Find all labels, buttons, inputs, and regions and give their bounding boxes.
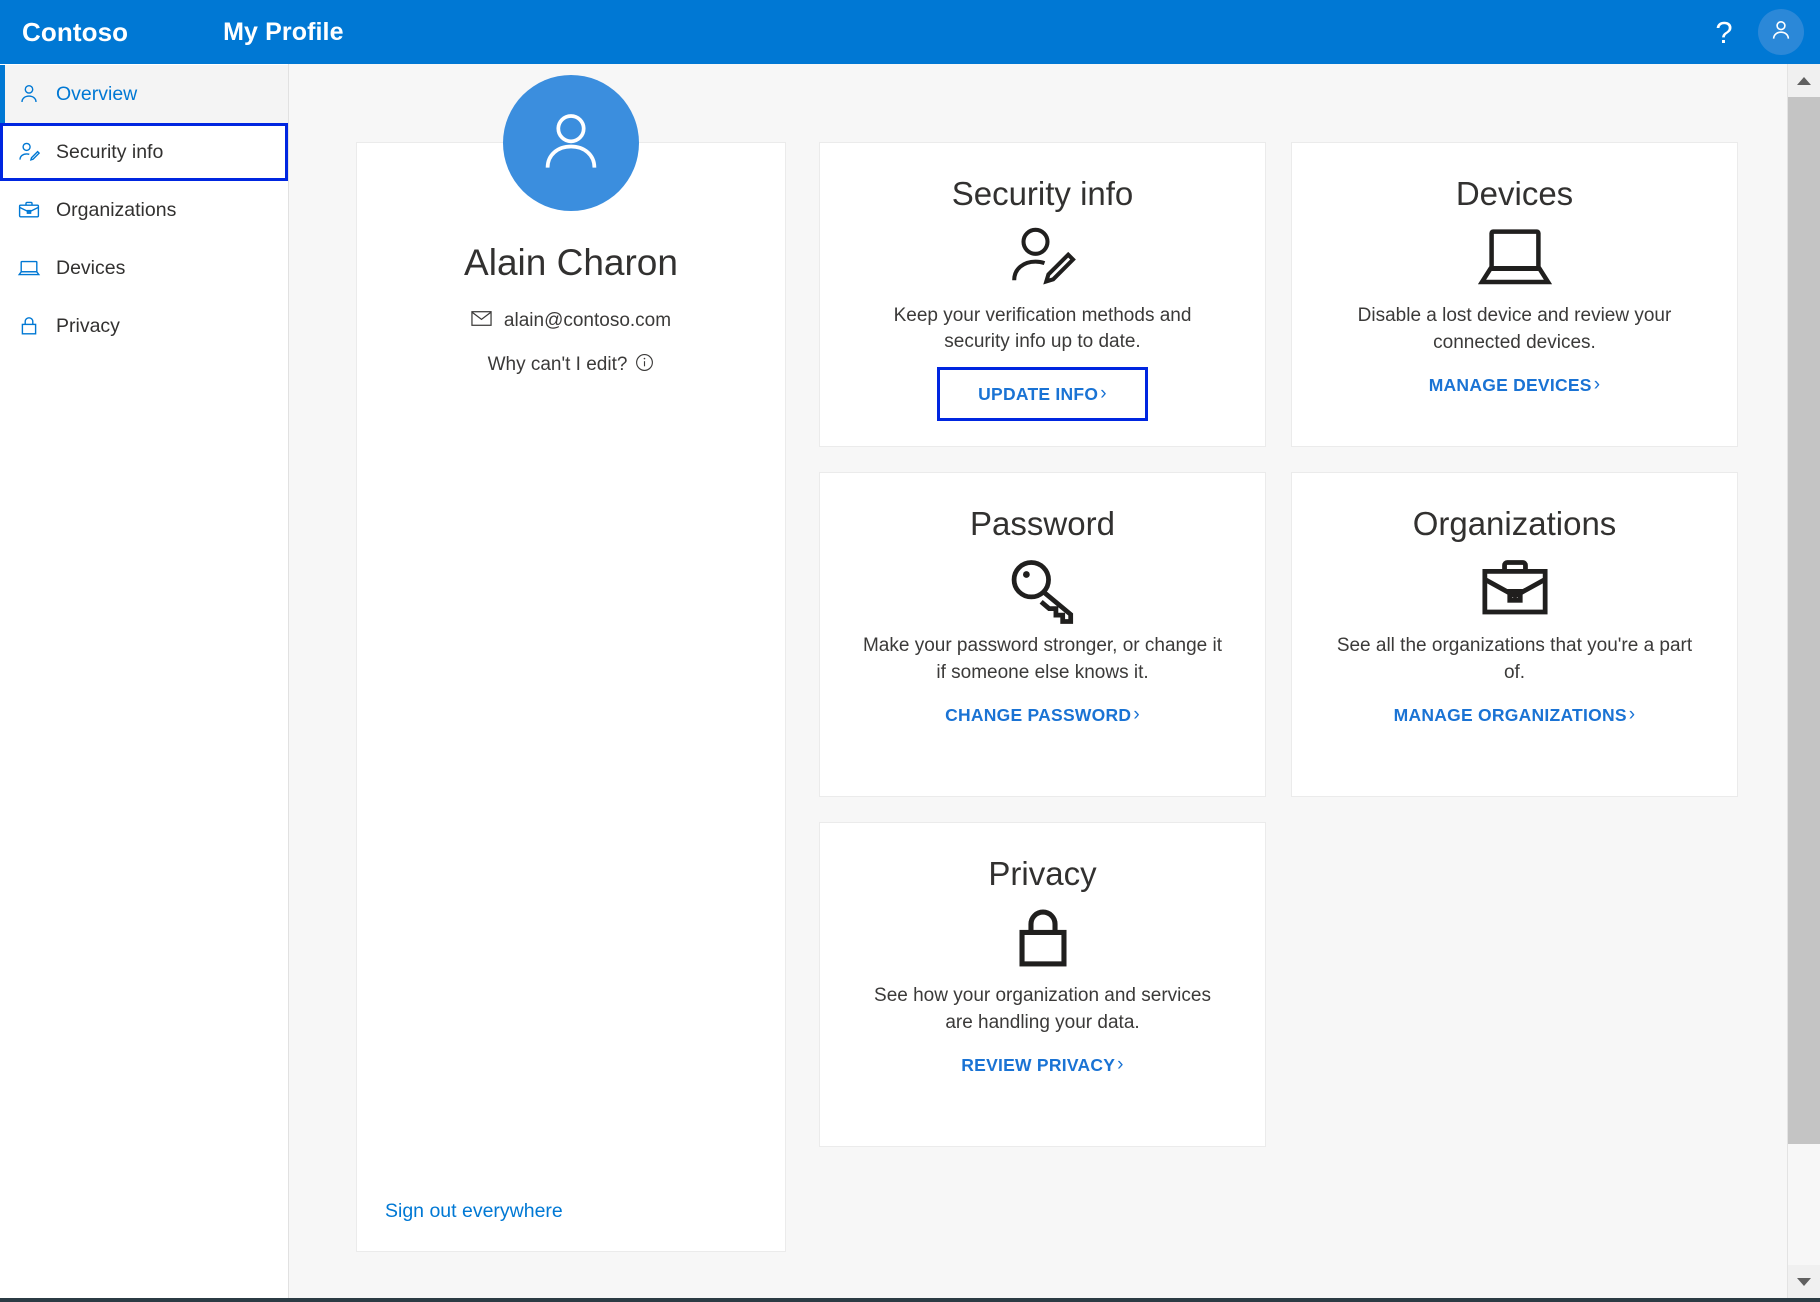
chevron-up-icon <box>1797 77 1811 85</box>
overview-layout: Alain Charon alain@contoso.com <box>289 64 1787 1252</box>
scrollbar-track[interactable] <box>1788 97 1820 1265</box>
laptop-icon <box>1475 219 1555 297</box>
sidebar-item-label: Security info <box>56 141 163 164</box>
sidebar-item-devices[interactable]: Devices <box>0 239 288 297</box>
envelope-icon <box>471 310 492 333</box>
brand-logo[interactable]: Contoso <box>22 17 128 48</box>
sidebar-item-security-info[interactable]: Security info <box>0 123 288 181</box>
top-bar: Contoso My Profile ? <box>0 0 1820 64</box>
tile-security-info: Security info Keep your verification met… <box>819 142 1266 447</box>
main-content: Alain Charon alain@contoso.com <box>289 64 1787 1298</box>
briefcase-icon <box>1475 549 1555 627</box>
update-info-label: UPDATE INFO <box>978 384 1098 405</box>
scroll-up-button[interactable] <box>1788 64 1820 97</box>
person-avatar-icon <box>1768 17 1794 48</box>
sidebar-item-label: Privacy <box>56 315 120 338</box>
profile-email: alain@contoso.com <box>471 310 671 333</box>
laptop-icon <box>14 256 44 280</box>
person-edit-icon <box>14 140 44 164</box>
sidebar-item-label: Devices <box>56 257 125 280</box>
person-edit-icon <box>1005 219 1081 297</box>
sidebar-item-label: Overview <box>56 83 137 106</box>
scroll-down-button[interactable] <box>1788 1265 1820 1298</box>
sidebar-item-privacy[interactable]: Privacy <box>0 297 288 355</box>
tiles-grid: Security info Keep your verification met… <box>819 142 1739 1147</box>
tile-devices: Devices Disable a lost device and review… <box>1291 142 1738 447</box>
chevron-down-icon <box>1797 1278 1811 1286</box>
top-bar-actions: ? <box>1700 8 1820 56</box>
chevron-right-icon: › <box>1594 374 1601 396</box>
tile-description: Disable a lost device and review your co… <box>1335 303 1695 356</box>
tile-title: Password <box>970 505 1115 543</box>
update-info-button[interactable]: UPDATE INFO › <box>940 370 1145 418</box>
review-privacy-link[interactable]: REVIEW PRIVACY › <box>959 1050 1125 1080</box>
tile-title: Organizations <box>1413 505 1617 543</box>
lock-icon <box>1006 899 1080 977</box>
briefcase-icon <box>14 198 44 222</box>
manage-devices-label: MANAGE DEVICES <box>1429 375 1592 396</box>
sidebar-item-overview[interactable]: Overview <box>0 65 288 123</box>
review-privacy-label: REVIEW PRIVACY <box>961 1055 1115 1076</box>
sign-out-everywhere-link[interactable]: Sign out everywhere <box>385 1200 563 1223</box>
vertical-scrollbar[interactable] <box>1787 64 1820 1298</box>
lock-icon <box>14 314 44 338</box>
why-cant-i-edit-link[interactable]: Why can't I edit? <box>488 353 655 378</box>
tile-description: Make your password stronger, or change i… <box>863 633 1223 686</box>
chevron-right-icon: › <box>1117 1054 1124 1076</box>
account-avatar-button[interactable] <box>1758 9 1804 55</box>
profile-column: Alain Charon alain@contoso.com <box>356 142 786 1252</box>
info-circle-icon[interactable] <box>635 353 654 378</box>
chevron-right-icon: › <box>1133 704 1140 726</box>
tile-organizations: Organizations See all the organizations … <box>1291 472 1738 797</box>
profile-card: Alain Charon alain@contoso.com <box>356 142 786 1252</box>
tile-description: See all the organizations that you're a … <box>1335 633 1695 686</box>
body-region: Overview Security info <box>0 64 1820 1298</box>
sidebar-item-organizations[interactable]: Organizations <box>0 181 288 239</box>
tile-title: Security info <box>952 175 1134 213</box>
person-avatar-icon <box>532 102 610 185</box>
avatar <box>503 75 639 211</box>
profile-name: Alain Charon <box>464 243 678 284</box>
key-icon <box>1003 549 1083 627</box>
change-password-label: CHANGE PASSWORD <box>945 705 1131 726</box>
tile-description: Keep your verification methods and secur… <box>863 303 1223 356</box>
chevron-right-icon: › <box>1100 383 1107 405</box>
tile-description: See how your organization and services a… <box>863 983 1223 1036</box>
tile-password: Password Make your password stronger, or… <box>819 472 1266 797</box>
person-icon <box>14 82 44 106</box>
sidebar-item-label: Organizations <box>56 199 176 222</box>
tile-title: Privacy <box>988 855 1096 893</box>
manage-devices-link[interactable]: MANAGE DEVICES › <box>1427 370 1603 400</box>
manage-organizations-label: MANAGE ORGANIZATIONS <box>1394 705 1627 726</box>
change-password-link[interactable]: CHANGE PASSWORD › <box>943 700 1142 730</box>
help-icon[interactable]: ? <box>1700 8 1748 56</box>
manage-organizations-link[interactable]: MANAGE ORGANIZATIONS › <box>1392 700 1638 730</box>
app-window: Contoso My Profile ? <box>0 0 1820 1302</box>
app-title: My Profile <box>223 18 343 47</box>
chevron-right-icon: › <box>1629 704 1636 726</box>
tile-privacy: Privacy See how your organization and se… <box>819 822 1266 1147</box>
scrollbar-thumb[interactable] <box>1788 97 1820 1144</box>
sidebar-nav: Overview Security info <box>0 64 289 1298</box>
why-cant-i-edit-label: Why can't I edit? <box>488 354 628 376</box>
profile-email-text: alain@contoso.com <box>504 310 671 332</box>
tile-title: Devices <box>1456 175 1573 213</box>
